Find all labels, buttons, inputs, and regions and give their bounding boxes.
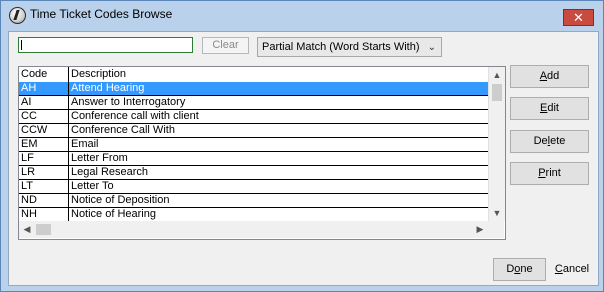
description-cell: Answer to Interrogatory (71, 96, 186, 108)
dialog-body: Clear Partial Match (Word Starts With) ⌄… (8, 31, 599, 286)
codes-grid[interactable]: Code Description AH Attend Hearing AI Answe… (18, 66, 506, 240)
scroll-up-icon[interactable]: ▲ (489, 67, 505, 83)
vertical-scroll-thumb[interactable] (492, 84, 502, 101)
cancel-mnemonic: C (554, 263, 563, 275)
print-label-rest: rint (545, 167, 561, 179)
print-button[interactable]: Print (510, 162, 589, 185)
vertical-scrollbar[interactable]: ▲ ▼ (488, 67, 505, 221)
print-mnemonic: P (538, 167, 546, 179)
scroll-down-icon[interactable]: ▼ (489, 205, 505, 221)
delete-label-pre: De (533, 135, 548, 147)
cancel-button[interactable]: Cancel (554, 258, 590, 281)
clear-button[interactable]: Clear (202, 37, 249, 54)
close-button[interactable]: ✕ (563, 9, 594, 26)
dialog-window: Time Ticket Codes Browse ✕ Clear Partial… (0, 0, 604, 292)
table-row[interactable]: LF Letter From (19, 152, 488, 166)
table-row[interactable]: AI Answer to Interrogatory (19, 96, 488, 110)
table-row[interactable]: CC Conference call with client (19, 110, 488, 124)
column-divider (68, 67, 69, 222)
edit-button[interactable]: Edit (510, 97, 589, 120)
search-input[interactable] (18, 37, 193, 53)
clear-button-label: Clear (212, 39, 239, 51)
grid-header: Code Description (19, 67, 488, 83)
description-cell: Legal Research (71, 166, 149, 178)
code-cell: ND (21, 194, 37, 206)
add-label-rest: dd (547, 70, 560, 82)
code-cell: LT (21, 180, 34, 192)
column-header-description[interactable]: Description (69, 67, 488, 82)
code-cell: AH (21, 82, 37, 94)
table-row[interactable]: LT Letter To (19, 180, 488, 194)
done-button[interactable]: Done (493, 258, 546, 281)
window-title: Time Ticket Codes Browse (30, 7, 173, 21)
table-row[interactable]: ND Notice of Deposition (19, 194, 488, 208)
delete-button[interactable]: Delete (510, 130, 589, 153)
title-bar[interactable]: Time Ticket Codes Browse ✕ (1, 1, 603, 31)
horizontal-scroll-thumb[interactable] (36, 224, 51, 235)
match-mode-value: Partial Match (Word Starts With) (262, 41, 420, 53)
column-header-code[interactable]: Code (19, 67, 68, 82)
horizontal-scrollbar[interactable]: ◀ ▶ (19, 221, 488, 238)
table-row[interactable]: LR Legal Research (19, 166, 488, 180)
add-button[interactable]: Add (510, 65, 589, 88)
code-cell: NH (21, 208, 37, 220)
edit-label-rest: dit (547, 102, 559, 114)
code-cell: LR (21, 166, 36, 178)
app-logo-icon (9, 7, 26, 24)
close-icon: ✕ (573, 10, 584, 25)
scroll-right-icon[interactable]: ▶ (472, 221, 488, 238)
code-cell: CCW (21, 124, 48, 136)
table-row[interactable]: AH Attend Hearing (19, 82, 488, 96)
description-cell: Attend Hearing (71, 82, 145, 94)
code-cell: AI (21, 96, 32, 108)
table-row[interactable]: EM Email (19, 138, 488, 152)
scroll-left-icon[interactable]: ◀ (19, 221, 35, 238)
scrollbar-corner (488, 221, 504, 238)
delete-label-rest: ete (550, 135, 566, 147)
table-row[interactable]: NH Notice of Hearing (19, 208, 488, 222)
cancel-label-rest: ancel (562, 263, 590, 275)
table-row[interactable]: CCW Conference Call With (19, 124, 488, 138)
description-cell: Notice of Deposition (71, 194, 170, 206)
add-mnemonic: A (539, 70, 548, 82)
match-mode-select[interactable]: Partial Match (Word Starts With) ⌄ (257, 37, 442, 57)
code-cell: LF (21, 152, 34, 164)
description-cell: Letter From (71, 152, 128, 164)
done-label-rest: ne (520, 263, 533, 275)
description-cell: Notice of Hearing (71, 208, 156, 220)
description-cell: Conference call with client (71, 110, 199, 122)
description-cell: Email (71, 138, 99, 150)
description-cell: Conference Call With (71, 124, 175, 136)
code-cell: CC (21, 110, 37, 122)
chevron-down-icon: ⌄ (427, 42, 436, 53)
description-cell: Letter To (71, 180, 114, 192)
code-cell: EM (21, 138, 38, 150)
text-caret (21, 40, 22, 50)
